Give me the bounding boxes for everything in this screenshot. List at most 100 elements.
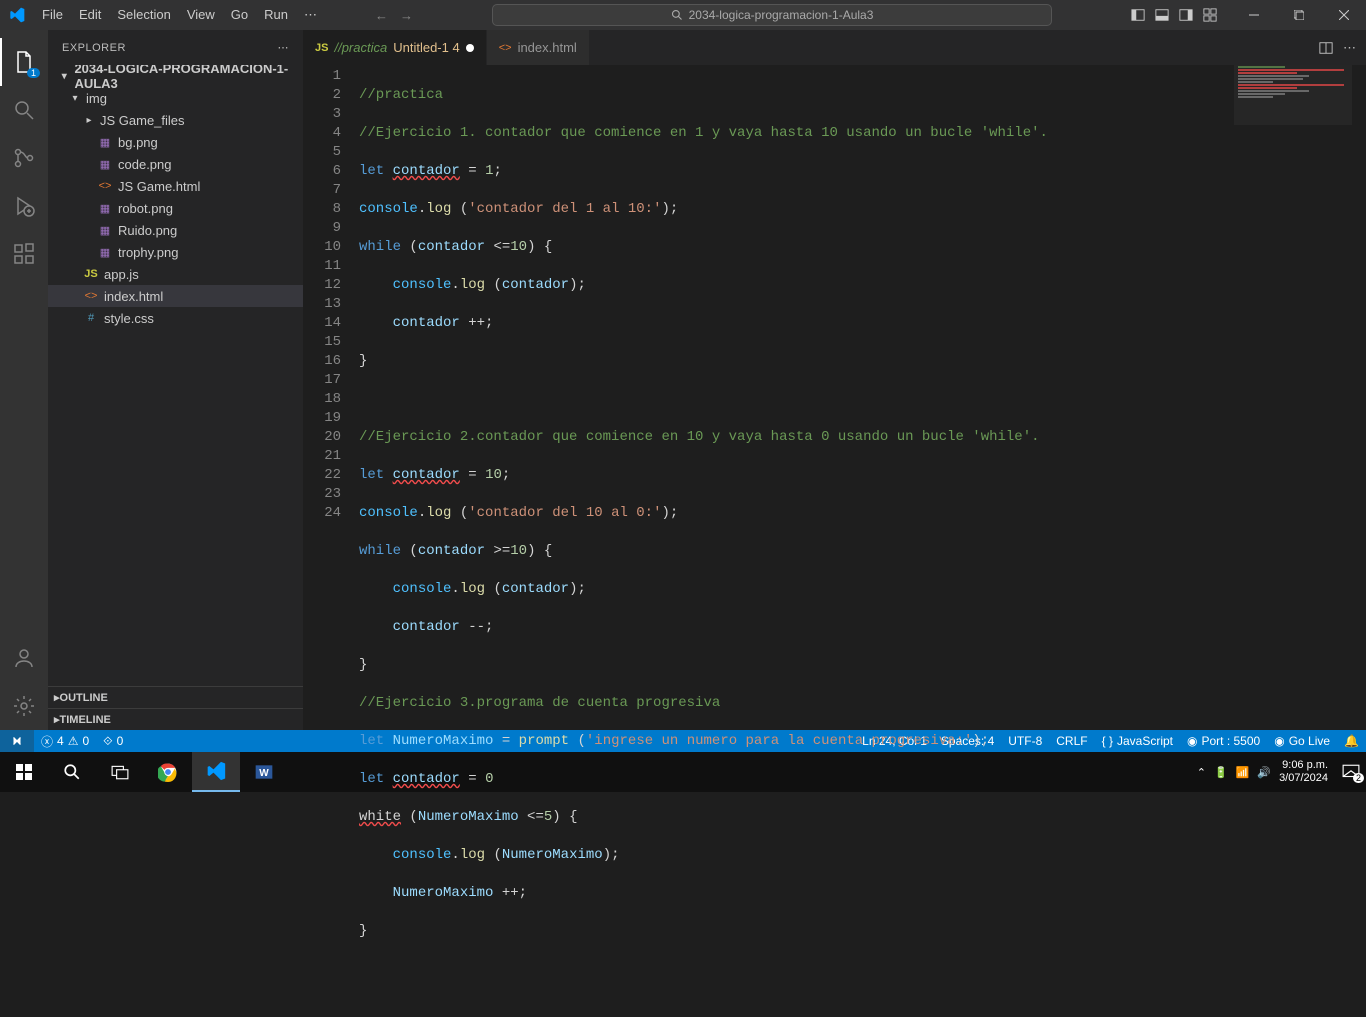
- chevron-right-icon: ▸: [82, 115, 96, 126]
- toggle-secondary-sidebar-icon[interactable]: [1179, 8, 1193, 22]
- timeline-label: TIMELINE: [60, 714, 111, 726]
- titlebar-right: [1131, 0, 1366, 30]
- line-number: 9: [303, 219, 359, 238]
- search-button[interactable]: [48, 752, 96, 792]
- line-number: 17: [303, 371, 359, 390]
- tree-file-selected[interactable]: <>index.html: [48, 285, 303, 307]
- html-icon: <>: [499, 42, 512, 54]
- folder-label: JS Game_files: [100, 113, 185, 128]
- command-center[interactable]: 2034-logica-programacion-1-Aula3: [492, 4, 1052, 26]
- tree-root-label: 2034-LOGICA-PROGRAMACION-1-AULA3: [74, 65, 303, 91]
- line-number: 7: [303, 181, 359, 200]
- window-controls: [1231, 0, 1366, 30]
- menu-edit[interactable]: Edit: [71, 0, 109, 30]
- nav-back[interactable]: ←: [375, 8, 388, 23]
- notification-badge: 2: [1353, 773, 1364, 783]
- chevron-down-icon: ▾: [68, 93, 82, 104]
- line-number: 13: [303, 295, 359, 314]
- menu-go[interactable]: Go: [223, 0, 256, 30]
- tree-file[interactable]: JS app.js: [48, 263, 303, 285]
- close-button[interactable]: [1321, 0, 1366, 30]
- sidebar: EXPLORER ⋯ ▾ 2034-LOGICA-PROGRAMACION-1-…: [48, 30, 303, 730]
- toggle-primary-sidebar-icon[interactable]: [1131, 8, 1145, 22]
- start-button[interactable]: [0, 752, 48, 792]
- tab-practica[interactable]: JS //practica Untitled-1 4: [303, 30, 487, 65]
- menu-run[interactable]: Run: [256, 0, 296, 30]
- svg-text:W: W: [259, 768, 269, 779]
- tree-file[interactable]: ▦Ruido.png: [48, 219, 303, 241]
- line-number: 24: [303, 504, 359, 523]
- menu-selection[interactable]: Selection: [109, 0, 178, 30]
- activity-search[interactable]: [0, 86, 48, 134]
- file-label: trophy.png: [118, 245, 178, 260]
- task-view-button[interactable]: [96, 752, 144, 792]
- activity-account[interactable]: [0, 634, 48, 682]
- menu-file[interactable]: File: [34, 0, 71, 30]
- tab-index[interactable]: <> index.html: [487, 30, 590, 65]
- minimize-button[interactable]: [1231, 0, 1276, 30]
- more-actions-icon[interactable]: ⋯: [1343, 40, 1356, 56]
- editor-group: JS //practica Untitled-1 4 <> index.html…: [303, 30, 1366, 730]
- action-center-button[interactable]: 2: [1342, 763, 1360, 781]
- activity-scm[interactable]: [0, 134, 48, 182]
- ports-button[interactable]: ⟐0: [96, 730, 130, 752]
- chrome-app[interactable]: [144, 752, 192, 792]
- line-number: 2: [303, 86, 359, 105]
- remote-button[interactable]: [0, 730, 34, 752]
- word-app[interactable]: W: [240, 752, 288, 792]
- activity-extensions[interactable]: [0, 230, 48, 278]
- toggle-panel-icon[interactable]: [1155, 8, 1169, 22]
- customize-layout-icon[interactable]: [1203, 8, 1217, 22]
- timeline-section[interactable]: ▸ TIMELINE: [48, 708, 303, 730]
- file-label: JS Game.html: [118, 179, 200, 194]
- outline-label: OUTLINE: [60, 692, 108, 704]
- file-label: robot.png: [118, 201, 173, 216]
- menu-bar: File Edit Selection View Go Run ⋯: [34, 0, 325, 30]
- tree-folder-jsgame[interactable]: ▸ JS Game_files: [48, 109, 303, 131]
- activity-debug[interactable]: [0, 182, 48, 230]
- tree-file[interactable]: ▦code.png: [48, 153, 303, 175]
- tree-file[interactable]: #style.css: [48, 307, 303, 329]
- nav-forward[interactable]: →: [400, 8, 413, 23]
- menu-more[interactable]: ⋯: [296, 0, 325, 30]
- minimap[interactable]: [1234, 65, 1352, 125]
- file-label: Ruido.png: [118, 223, 177, 238]
- explorer-badge: 1: [27, 68, 40, 78]
- command-center-text: 2034-logica-programacion-1-Aula3: [689, 8, 874, 22]
- tab-label: index.html: [518, 40, 577, 55]
- maximize-button[interactable]: [1276, 0, 1321, 30]
- tree-file[interactable]: ▦bg.png: [48, 131, 303, 153]
- tab-bar: JS //practica Untitled-1 4 <> index.html…: [303, 30, 1366, 65]
- tree-file[interactable]: ▦trophy.png: [48, 241, 303, 263]
- line-number: 16: [303, 352, 359, 371]
- activity-bar: 1: [0, 30, 48, 730]
- line-number: 22: [303, 466, 359, 485]
- code-editor[interactable]: 1 2 3 4 5 6 7 8 9 10 11 12 13 14 15 16 1…: [303, 65, 1366, 1017]
- tree-file[interactable]: ▦ robot.png: [48, 197, 303, 219]
- image-icon: ▦: [96, 136, 114, 149]
- menu-view[interactable]: View: [179, 0, 223, 30]
- tree-file[interactable]: <>JS Game.html: [48, 175, 303, 197]
- folder-label: img: [86, 91, 107, 106]
- vscode-app[interactable]: [192, 752, 240, 792]
- image-icon: ▦: [96, 202, 114, 215]
- split-editor-icon[interactable]: [1319, 41, 1333, 55]
- line-number: 19: [303, 409, 359, 428]
- problems-button[interactable]: ⓧ4 ⚠0: [34, 730, 96, 752]
- file-label: index.html: [104, 289, 163, 304]
- tree-root[interactable]: ▾ 2034-LOGICA-PROGRAMACION-1-AULA3: [48, 65, 303, 87]
- file-label: app.js: [104, 267, 139, 282]
- activity-explorer[interactable]: 1: [0, 38, 48, 86]
- tab-suffix: Untitled-1 4: [393, 40, 459, 55]
- code-content[interactable]: //practica //Ejercicio 1. contador que c…: [359, 65, 1366, 1017]
- error-icon: ⓧ: [41, 733, 53, 750]
- line-number: 20: [303, 428, 359, 447]
- outline-section[interactable]: ▸ OUTLINE: [48, 686, 303, 708]
- dirty-indicator-icon: [466, 44, 474, 52]
- css-icon: #: [82, 312, 100, 324]
- activity-settings[interactable]: [0, 682, 48, 730]
- sidebar-more-icon[interactable]: ⋯: [278, 41, 290, 54]
- js-icon: JS: [82, 268, 100, 280]
- search-icon: [671, 9, 683, 21]
- line-number: 4: [303, 124, 359, 143]
